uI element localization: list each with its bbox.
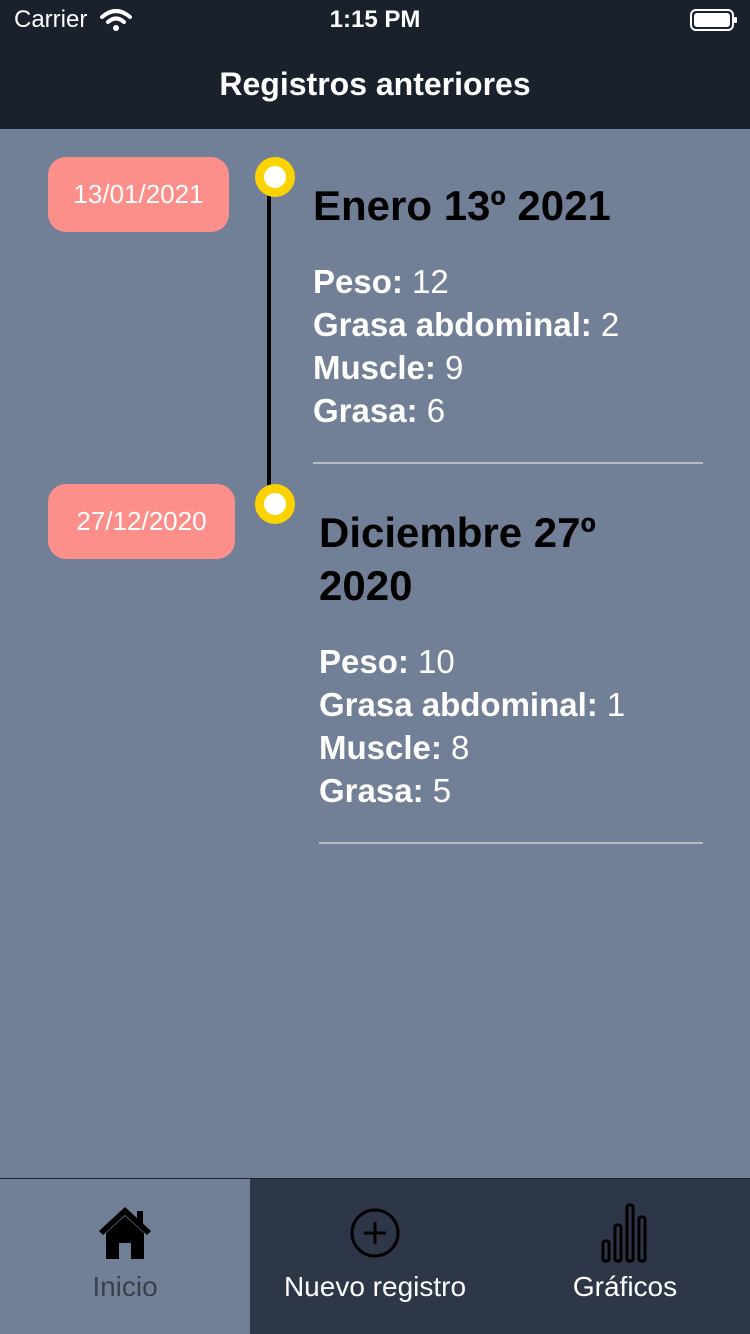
stat-label: Muscle: [313,349,436,386]
record-title: Enero 13º 2021 [313,182,611,229]
record-title: Diciembre 27º 2020 [319,509,596,609]
stat-label: Muscle: [319,729,442,766]
timeline-line [267,177,271,503]
stat-label: Peso: [313,263,403,300]
stat-value: 8 [451,729,470,766]
stat-peso: Peso: 10 [319,640,649,683]
stat-muscle: Muscle: 9 [313,346,703,389]
tab-nuevo-registro[interactable]: Nuevo registro [250,1179,500,1334]
stat-label: Grasa: [319,772,424,809]
stat-value: 12 [412,263,449,300]
status-bar: Carrier 1:15 PM [0,0,750,40]
date-badge: 27/12/2020 [48,484,235,559]
stat-grasa: Grasa: 5 [319,769,649,812]
stat-grasa: Grasa: 6 [313,389,703,432]
stat-value: 6 [426,392,446,429]
tab-graficos[interactable]: Gráficos [500,1179,750,1334]
stat-value: 10 [418,643,455,680]
tab-label: Nuevo registro [283,1271,467,1302]
tab-inicio[interactable]: Inicio [0,1179,250,1334]
battery-full-icon [690,9,737,31]
stat-value: 5 [432,772,452,809]
timeline-dot [255,484,295,524]
records-timeline[interactable]: 13/01/2021 Enero 13º 2021 Peso: 12 Grasa… [0,129,750,1178]
stat-label: Grasa: [313,392,418,429]
tab-label: Gráficos [572,1271,678,1302]
stat-label: Peso: [319,643,409,680]
stat-value: 1 [606,686,626,723]
plus-circle-icon [350,1208,400,1258]
tab-bar: Inicio Nuevo registro Gráficos [0,1178,750,1334]
stat-muscle: Muscle: 8 [319,726,649,769]
timeline-dot [255,157,295,197]
home-icon [99,1207,151,1259]
stat-label: Grasa abdominal: [313,306,592,343]
tab-label: Inicio [92,1271,158,1302]
stat-value: 2 [600,306,620,343]
stat-grasa-abdominal: Grasa abdominal: 1 [319,683,649,726]
status-time: 1:15 PM [329,6,421,33]
date-badge: 13/01/2021 [48,157,229,232]
bar-chart-icon [601,1203,647,1263]
record-divider [313,462,703,464]
stat-value: 9 [445,349,464,386]
record-entry[interactable]: Enero 13º 2021 Peso: 12 Grasa abdominal:… [313,179,703,432]
stat-peso: Peso: 12 [313,260,703,303]
nav-bar: Registros anteriores [0,40,750,129]
page-title: Registros anteriores [219,66,531,102]
record-entry[interactable]: Diciembre 27º 2020 Peso: 10 Grasa abdomi… [319,506,649,812]
stat-grasa-abdominal: Grasa abdominal: 2 [313,303,703,346]
stat-label: Grasa abdominal: [319,686,598,723]
record-divider [319,842,703,844]
